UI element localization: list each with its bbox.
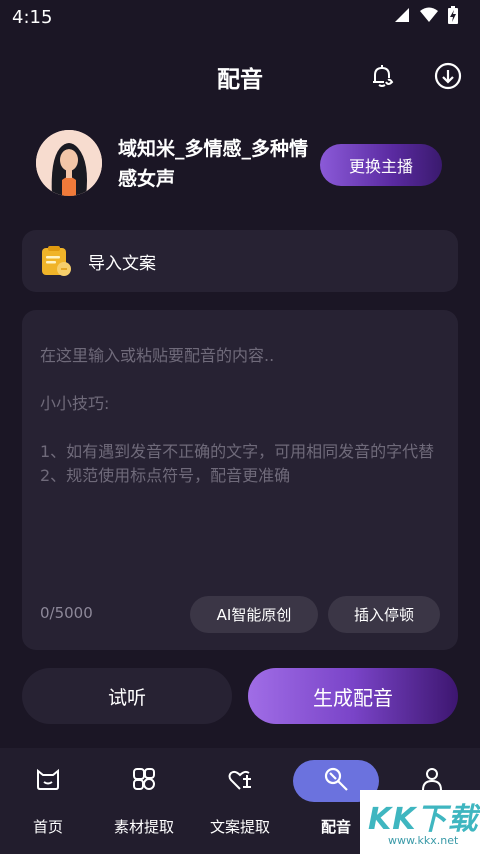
home-icon xyxy=(34,765,62,797)
change-anchor-button[interactable]: 更换主播 xyxy=(320,144,442,186)
watermark-url: www.kkx.net xyxy=(388,834,459,847)
header: 配音 xyxy=(0,48,480,104)
battery-icon xyxy=(448,6,458,28)
tab-material-extract[interactable]: 素材提取 xyxy=(96,760,192,840)
dubbing-icon xyxy=(322,765,350,797)
preview-listen-button[interactable]: 试听 xyxy=(22,668,232,724)
anchor-selector: 域知米_多情感_多种情感女声 更换主播 xyxy=(36,130,456,202)
notification-bell-icon[interactable] xyxy=(366,60,398,92)
page-title: 配音 xyxy=(217,67,263,93)
status-icons xyxy=(394,6,458,28)
tab-label: 素材提取 xyxy=(113,818,174,836)
status-time: 4:15 xyxy=(12,6,53,28)
clipboard-icon xyxy=(40,245,72,277)
import-script-button[interactable]: 导入文案 xyxy=(22,230,458,292)
generate-dubbing-button[interactable]: 生成配音 xyxy=(248,668,458,724)
script-editor[interactable]: 在这里输入或粘贴要配音的内容.. 小小技巧: 1、如有遇到发音不正确的文字，可用… xyxy=(22,310,458,650)
import-script-label: 导入文案 xyxy=(88,253,156,274)
tab-label: 配音 xyxy=(320,818,351,836)
tab-label: 文案提取 xyxy=(209,818,270,836)
anchor-avatar[interactable] xyxy=(36,130,102,196)
download-icon[interactable] xyxy=(432,60,464,92)
ai-original-button[interactable]: AI智能原创 xyxy=(190,596,318,633)
wifi-icon xyxy=(420,7,438,27)
insert-pause-button[interactable]: 插入停顿 xyxy=(328,596,440,633)
anchor-name: 域知米_多情感_多种情感女声 xyxy=(118,138,309,190)
material-icon xyxy=(130,765,158,797)
watermark-logo: KK下载 www.kkx.net xyxy=(360,790,480,854)
tab-text-extract[interactable]: 文案提取 xyxy=(192,760,288,840)
watermark-text: KK下载 xyxy=(368,802,479,837)
script-input-placeholder[interactable]: 在这里输入或粘贴要配音的内容.. 小小技巧: 1、如有遇到发音不正确的文字，可用… xyxy=(40,344,450,488)
char-count: 0/5000 xyxy=(40,604,93,622)
tab-home[interactable]: 首页 xyxy=(0,760,96,840)
signal-icon xyxy=(394,7,410,27)
status-bar: 4:15 xyxy=(0,0,480,34)
text-extract-icon xyxy=(226,765,254,797)
tab-label: 首页 xyxy=(32,818,63,836)
